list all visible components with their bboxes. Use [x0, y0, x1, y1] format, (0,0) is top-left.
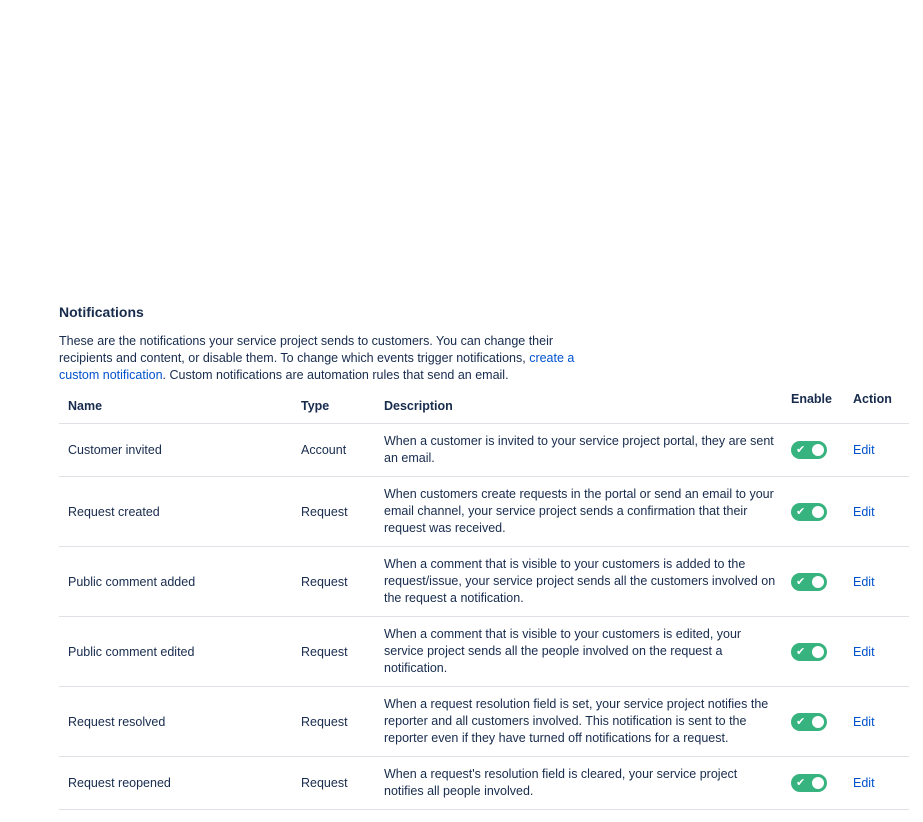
- column-header-action: Action: [851, 388, 909, 424]
- column-header-type: Type: [292, 388, 375, 424]
- column-header-description: Description: [375, 388, 791, 424]
- notification-type: Request: [292, 616, 375, 687]
- notification-name: Request reopened: [59, 756, 292, 810]
- notification-type: Request: [292, 546, 375, 617]
- enable-toggle[interactable]: ✔: [791, 502, 827, 521]
- check-icon: ✔: [796, 644, 806, 658]
- check-icon: ✔: [796, 714, 806, 728]
- notification-name: Public comment edited: [59, 616, 292, 687]
- table-row: Request resolved Request When a request …: [59, 686, 909, 757]
- enable-toggle[interactable]: ✔: [791, 642, 827, 661]
- notification-type: Request: [292, 476, 375, 547]
- edit-link[interactable]: Edit: [853, 776, 875, 790]
- table-row: Customer invited Account When a customer…: [59, 423, 909, 477]
- notification-name: Request resolved: [59, 686, 292, 757]
- section-title: Notifications: [59, 304, 144, 320]
- notification-description: When a customer is invited to your servi…: [375, 423, 791, 477]
- toggle-knob: [812, 715, 824, 728]
- notification-description: When a comment that is visible to your c…: [375, 616, 791, 687]
- action-cell: Edit: [851, 423, 909, 477]
- table-row: Public comment added Request When a comm…: [59, 546, 909, 617]
- notification-type: Request: [292, 686, 375, 757]
- enable-toggle[interactable]: ✔: [791, 572, 827, 591]
- notification-type: Account: [292, 423, 375, 477]
- notification-type: Request: [292, 756, 375, 810]
- notification-description: When a comment that is visible to your c…: [375, 546, 791, 617]
- action-cell: Edit: [851, 616, 909, 687]
- enable-toggle[interactable]: ✔: [791, 441, 827, 459]
- action-cell: Edit: [851, 686, 909, 757]
- check-icon: ✔: [796, 443, 806, 456]
- enable-toggle[interactable]: ✔: [791, 712, 827, 731]
- intro-text-end: . Custom notifications are automation ru…: [162, 368, 509, 382]
- table-row: Public comment edited Request When a com…: [59, 616, 909, 687]
- table-row: Request reopened Request When a request'…: [59, 756, 909, 810]
- toggle-knob: [812, 777, 824, 789]
- edit-link[interactable]: Edit: [853, 645, 875, 659]
- enable-cell: ✔: [791, 476, 851, 547]
- edit-link[interactable]: Edit: [853, 575, 875, 589]
- notification-description: When a request's resolution field is cle…: [375, 756, 791, 810]
- toggle-knob: [812, 645, 824, 658]
- action-cell: Edit: [851, 546, 909, 617]
- notifications-table: Name Type Description Enable Action Cust…: [59, 388, 909, 810]
- action-cell: Edit: [851, 476, 909, 547]
- enable-cell: ✔: [791, 546, 851, 617]
- action-cell: Edit: [851, 756, 909, 810]
- enable-toggle[interactable]: ✔: [791, 774, 827, 792]
- column-header-enable: Enable: [791, 388, 851, 424]
- toggle-knob: [812, 505, 824, 518]
- edit-link[interactable]: Edit: [853, 715, 875, 729]
- notification-description: When a request resolution field is set, …: [375, 686, 791, 757]
- toggle-knob: [812, 575, 824, 588]
- notification-description: When customers create requests in the po…: [375, 476, 791, 547]
- check-icon: ✔: [796, 776, 806, 789]
- check-icon: ✔: [796, 574, 806, 588]
- edit-link[interactable]: Edit: [853, 505, 875, 519]
- notification-name: Public comment added: [59, 546, 292, 617]
- intro-text: These are the notifications your service…: [59, 334, 554, 365]
- notification-name: Customer invited: [59, 423, 292, 477]
- section-intro: These are the notifications your service…: [59, 333, 599, 384]
- enable-cell: ✔: [791, 756, 851, 810]
- notification-name: Request created: [59, 476, 292, 547]
- table-header-row: Name Type Description Enable Action: [59, 388, 909, 424]
- check-icon: ✔: [796, 504, 806, 518]
- enable-cell: ✔: [791, 616, 851, 687]
- column-header-name: Name: [59, 388, 292, 424]
- notifications-section: Notifications These are the notification…: [59, 303, 909, 810]
- table-row: Request created Request When customers c…: [59, 476, 909, 547]
- toggle-knob: [812, 444, 824, 456]
- enable-cell: ✔: [791, 423, 851, 477]
- edit-link[interactable]: Edit: [853, 443, 875, 457]
- enable-cell: ✔: [791, 686, 851, 757]
